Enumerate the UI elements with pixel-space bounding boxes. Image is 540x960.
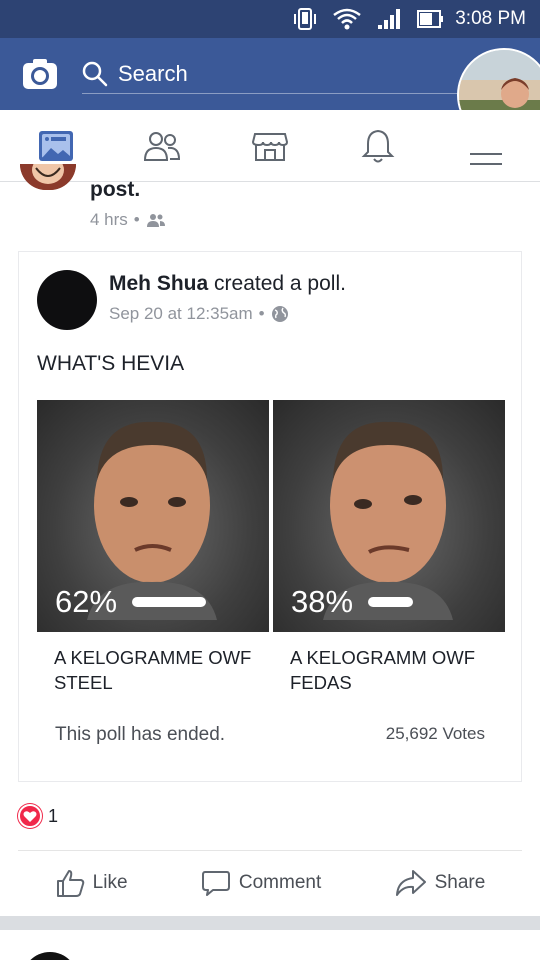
poll-option-image-1[interactable]: 62%: [37, 400, 269, 632]
heart-glyph: [23, 810, 37, 822]
reactions-summary[interactable]: 1: [18, 804, 58, 828]
share-button[interactable]: Share: [395, 868, 486, 898]
vibrate-icon: [294, 8, 316, 30]
comment-label: Comment: [238, 871, 322, 893]
menu-icon[interactable]: [466, 126, 506, 166]
option-1-label[interactable]: A KELOGRAMME OWF STEEL: [37, 645, 269, 695]
heart-icon: [18, 804, 42, 828]
previous-post: post. 4 hrs •: [0, 164, 540, 237]
status-bar: 3:08 PM: [0, 0, 540, 38]
meta-separator: •: [133, 210, 140, 229]
search-placeholder: Search: [118, 60, 188, 86]
like-label: Like: [92, 871, 128, 893]
poster-action: created a poll.: [208, 272, 346, 295]
wifi-icon: [333, 8, 361, 30]
previous-post-time[interactable]: 4 hrs: [90, 210, 128, 230]
poll-option-image-2[interactable]: 38%: [273, 400, 505, 632]
poster-avatar[interactable]: [37, 270, 97, 330]
previous-post-text: post.: [90, 178, 141, 201]
next-post-avatar[interactable]: [22, 952, 78, 960]
poll-option-labels: A KELOGRAMME OWF STEEL A KELOGRAMM OWF F…: [37, 645, 505, 695]
thumbs-up-icon: [56, 869, 84, 897]
meta-separator: •: [258, 304, 265, 323]
poll-votes[interactable]: 25,692 Votes: [386, 724, 485, 744]
poll-options: 62% 38%: [37, 400, 505, 632]
option-2-label[interactable]: A KELOGRAMM OWF FEDAS: [273, 645, 505, 695]
like-button[interactable]: Like: [55, 868, 128, 898]
camera-icon[interactable]: [22, 58, 58, 90]
poll-status: This poll has ended.: [55, 724, 226, 745]
poster-name[interactable]: Meh Shua: [109, 272, 208, 295]
option-2-bar-fill: [368, 597, 414, 607]
marketplace-icon[interactable]: [250, 126, 290, 166]
nav-bar: [0, 110, 540, 182]
option-1-percent: 62%: [55, 584, 118, 619]
search-bar[interactable]: Search: [82, 54, 462, 94]
comment-icon: [201, 870, 230, 896]
option-2-bar-track: [368, 597, 442, 607]
previous-post-avatar-art: [20, 164, 76, 190]
status-time: 3:08 PM: [455, 8, 526, 29]
previous-post-avatar[interactable]: [20, 164, 76, 190]
previous-post-meta: 4 hrs •: [90, 210, 166, 230]
post-actions: Like Comment Share: [18, 850, 522, 914]
news-feed-icon[interactable]: [36, 126, 76, 166]
share-icon: [395, 869, 426, 896]
friends-icon[interactable]: [142, 126, 182, 166]
post-date[interactable]: Sep 20 at 12:35am: [109, 304, 253, 324]
signal-icon: [378, 9, 400, 29]
reactions-count: 1: [48, 805, 59, 826]
bell-icon[interactable]: [358, 126, 398, 166]
next-post-fragment: [0, 930, 540, 960]
poster-headline: Meh Shua created a poll.: [109, 272, 346, 296]
feed-separator: [0, 916, 540, 930]
option-1-bar-fill: [132, 597, 206, 607]
friends-audience-icon: [146, 214, 165, 227]
option-2-percent: 38%: [291, 584, 354, 619]
poll-question: WHAT'S HEVIA: [37, 352, 185, 375]
status-icons: [292, 7, 444, 31]
comment-button[interactable]: Comment: [201, 868, 321, 898]
option-1-bar-track: [132, 597, 206, 607]
poster-meta: Sep 20 at 12:35am •: [109, 304, 289, 324]
search-icon: [82, 61, 108, 86]
poll-card: Meh Shua created a poll. Sep 20 at 12:35…: [18, 251, 522, 782]
globe-icon: [271, 306, 288, 322]
battery-icon: [417, 10, 443, 28]
share-label: Share: [434, 871, 486, 893]
